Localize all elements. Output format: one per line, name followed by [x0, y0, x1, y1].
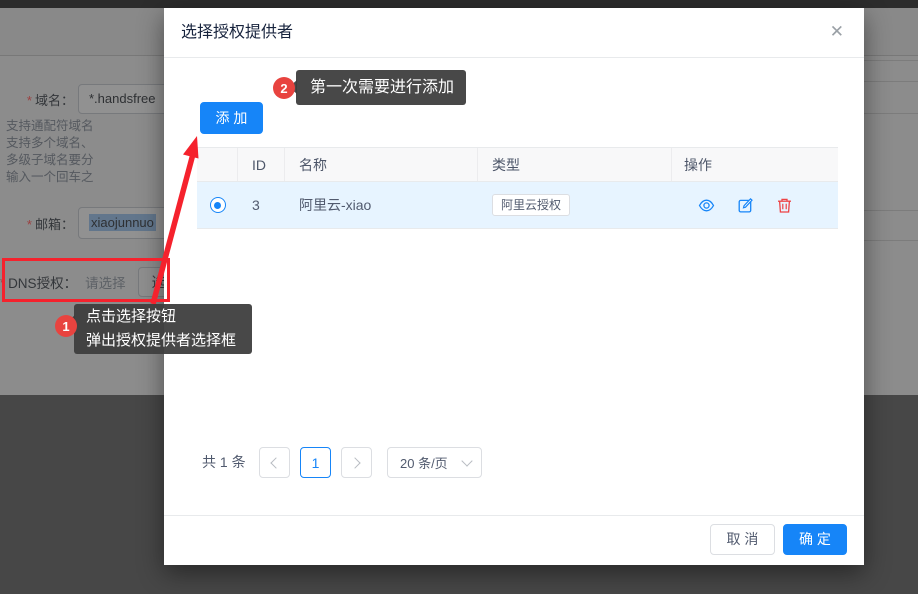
required-mark: *	[27, 93, 32, 108]
chevron-left-icon	[270, 457, 281, 468]
step-badge-2: 2	[273, 77, 295, 99]
modal-header: 选择授权提供者 ✕	[164, 8, 864, 58]
next-page-button[interactable]	[341, 447, 372, 478]
delete-trash-icon[interactable]	[776, 197, 793, 214]
annotation-arrow-icon	[138, 128, 218, 318]
chevron-down-icon	[461, 455, 472, 466]
domain-label: *域名：	[0, 90, 74, 109]
edit-icon[interactable]	[737, 197, 754, 214]
page-top-bar	[0, 0, 918, 8]
modal-title: 选择授权提供者	[181, 8, 293, 57]
bg-row-line	[864, 113, 918, 114]
confirm-button[interactable]: 确 定	[783, 524, 847, 555]
tooltip-line: 点击选择按钮	[86, 305, 252, 329]
row-type-cell: 阿里云授权	[478, 182, 672, 228]
row-actions-cell	[672, 182, 838, 228]
modal-footer: 取 消 确 定	[164, 515, 864, 565]
chevron-right-icon	[349, 457, 360, 468]
row-name-cell: 阿里云-xiao	[285, 182, 478, 228]
bg-row-line	[864, 210, 918, 211]
step-badge-1: 1	[55, 315, 77, 337]
tooltip-text: 第一次需要进行添加	[310, 79, 454, 96]
annotation-tooltip-step2: 第一次需要进行添加	[296, 70, 466, 105]
table-header-row: ID 名称 类型 操作	[197, 147, 838, 182]
type-tag: 阿里云授权	[492, 194, 570, 216]
type-column-header: 类型	[478, 148, 672, 181]
provider-table: ID 名称 类型 操作 3 阿里云-xiao 阿里云授权	[197, 147, 838, 229]
required-mark: *	[27, 217, 32, 232]
domain-help-text: 支持通配符域名 支持多个域名、 多级子域名要分 输入一个回车之	[6, 118, 94, 186]
bg-row-line	[864, 60, 918, 61]
page-number-button[interactable]: 1	[300, 447, 331, 478]
view-eye-icon[interactable]	[698, 197, 715, 214]
bg-row-line	[864, 240, 918, 241]
annotation-tooltip-step1: 点击选择按钮 弹出授权提供者选择框	[74, 304, 252, 354]
select-provider-modal: 选择授权提供者 ✕ 添 加 ID 名称 类型 操作 3 阿里云-xiao 阿里云…	[164, 8, 864, 565]
page-size-select[interactable]: 20 条/页	[387, 447, 482, 478]
close-icon[interactable]: ✕	[830, 21, 844, 43]
screen: *域名： *.handsfree 支持通配符域名 支持多个域名、 多级子域名要分…	[0, 0, 918, 594]
name-column-header: 名称	[285, 148, 478, 181]
page-size-value: 20 条/页	[400, 453, 448, 472]
row-id-cell: 3	[238, 182, 285, 228]
actions-column-header: 操作	[672, 148, 838, 181]
email-label: *邮箱：	[0, 214, 74, 233]
table-row[interactable]: 3 阿里云-xiao 阿里云授权	[197, 182, 838, 229]
bg-row-line	[864, 81, 918, 82]
cancel-button[interactable]: 取 消	[710, 524, 775, 555]
prev-page-button[interactable]	[259, 447, 290, 478]
id-column-header: ID	[238, 148, 285, 181]
tooltip-line: 弹出授权提供者选择框	[86, 329, 252, 353]
pagination-total: 共 1 条	[202, 447, 246, 478]
